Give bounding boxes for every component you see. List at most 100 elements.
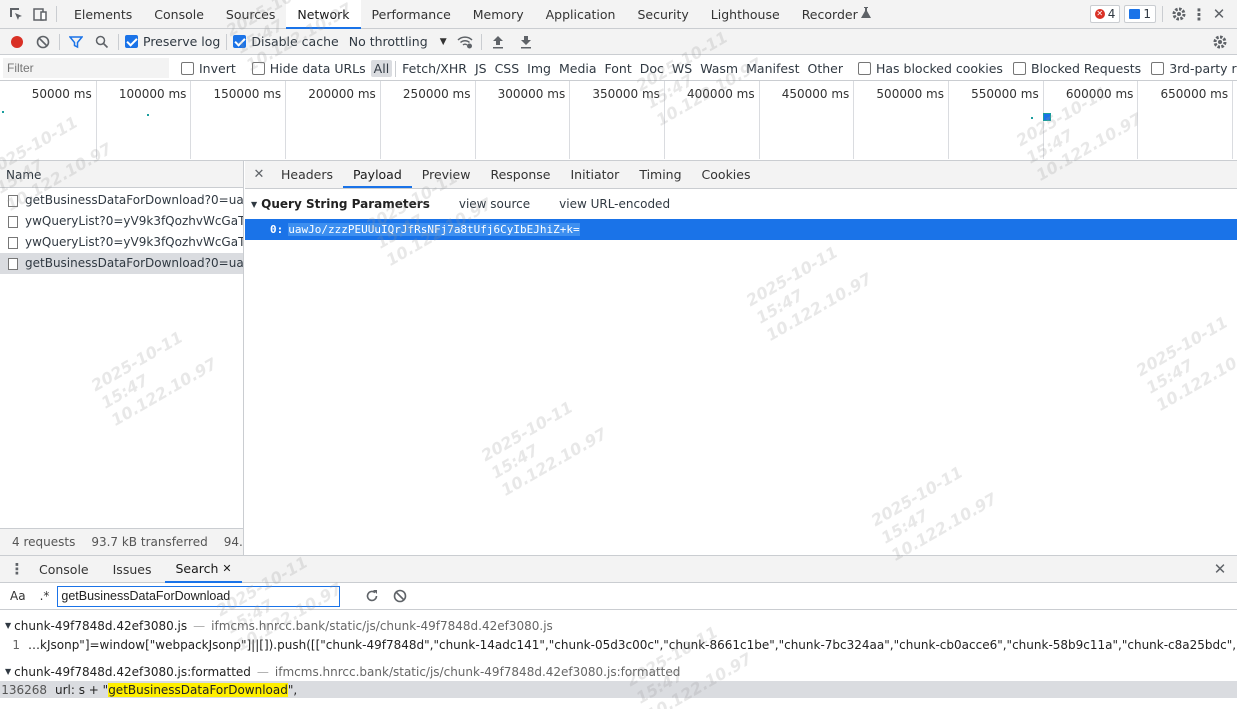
close-search-tab-icon[interactable]: ✕ — [222, 555, 231, 582]
timeline-gridline — [1232, 81, 1234, 159]
disable-cache-checkbox[interactable] — [233, 35, 247, 48]
clear-icon[interactable] — [33, 32, 53, 52]
refresh-icon[interactable] — [362, 586, 382, 606]
clear-search-icon[interactable] — [390, 586, 410, 606]
tab-security[interactable]: Security — [626, 0, 699, 29]
third-party-requests-checkbox[interactable] — [1151, 62, 1165, 75]
tab-preview[interactable]: Preview — [412, 161, 481, 188]
tab-recorder[interactable]: Recorder — [791, 0, 882, 29]
device-toolbar-icon[interactable] — [30, 4, 50, 24]
tab-sources[interactable]: Sources — [215, 0, 286, 29]
timeline-request-mark — [147, 114, 149, 116]
filter-type-js[interactable]: JS — [472, 60, 490, 77]
tab-performance[interactable]: Performance — [361, 0, 462, 29]
timeline-tick-label: 150000 ms — [213, 87, 282, 101]
separator — [118, 33, 119, 50]
line-number: 136268 — [1, 682, 47, 697]
has-blocked-cookies-checkbox[interactable] — [857, 62, 871, 75]
request-row[interactable]: ywQueryList?0=yV9k3fQozhvWcGaTT... — [0, 232, 243, 253]
blocked-requests-checkbox[interactable] — [1012, 62, 1026, 75]
name-column-header[interactable]: Name — [0, 161, 243, 188]
timeline-tick-label: 50000 ms — [31, 87, 92, 101]
errors-badge[interactable]: ✕ 4 — [1089, 5, 1121, 23]
tab-initiator[interactable]: Initiator — [561, 161, 630, 188]
result-dash: — — [193, 618, 206, 633]
name-header-label: Name — [6, 168, 42, 182]
network-status-bar: 4 requests 93.7 kB transferred 94.4 kB — [0, 528, 243, 555]
filter-type-css[interactable]: CSS — [492, 60, 523, 77]
drawer-tab-console[interactable]: Console — [29, 556, 99, 583]
error-icon: ✕ — [1094, 9, 1105, 19]
search-icon[interactable] — [92, 32, 112, 52]
tab-cookies[interactable]: Cookies — [692, 161, 761, 188]
tab-lighthouse[interactable]: Lighthouse — [700, 0, 791, 29]
filter-type-media[interactable]: Media — [556, 60, 600, 77]
hide-data-urls-checkbox[interactable] — [251, 62, 265, 75]
filter-input[interactable] — [3, 58, 169, 78]
invert-checkbox[interactable] — [181, 62, 194, 75]
view-source-link[interactable]: view source — [459, 197, 530, 211]
filter-type-all[interactable]: All — [370, 60, 393, 77]
query-param-row[interactable]: 0: uawJo/zzzPEUUuIQrJfRsNFj7a8tUfj6CyIbE… — [245, 219, 1237, 240]
export-har-icon[interactable] — [516, 32, 536, 52]
tab-memory[interactable]: Memory — [462, 0, 535, 29]
request-row[interactable]: getBusinessDataForDownload?0=uaw... — [0, 190, 243, 211]
search-result-line-selected[interactable]: 136268 url: s + " getBusinessDataForDown… — [0, 681, 1237, 698]
network-settings-gear-icon[interactable] — [1210, 32, 1230, 52]
search-result-line[interactable]: 1 …kJsonp"]=window["webpackJsonp"]||[]).… — [0, 635, 1237, 654]
request-row[interactable]: ywQueryList?0=yV9k3fQozhvWcGaTT... — [0, 211, 243, 232]
search-result-file[interactable]: ▼ chunk-49f7848d.42ef3080.js:formatted —… — [0, 662, 1237, 681]
filter-icon[interactable] — [66, 32, 86, 52]
tab-headers[interactable]: Headers — [271, 161, 343, 188]
tab-network[interactable]: Network — [286, 0, 361, 29]
view-url-encoded-link[interactable]: view URL-encoded — [559, 197, 670, 211]
network-conditions-wifi-icon[interactable] — [455, 32, 475, 52]
more-options-icon[interactable]: ⋮ — [1189, 4, 1209, 24]
line-text: …kJsonp"]=window["webpackJsonp"]||[]).pu… — [28, 637, 1237, 652]
messages-badge[interactable]: 1 — [1124, 5, 1156, 23]
throttling-select[interactable]: No throttling ▼ — [349, 34, 447, 49]
import-har-icon[interactable] — [488, 32, 508, 52]
timeline-tick-label: 450000 ms — [781, 87, 850, 101]
close-devtools-icon[interactable]: ✕ — [1209, 4, 1229, 24]
filter-type-ws[interactable]: WS — [669, 60, 695, 77]
filter-type-font[interactable]: Font — [602, 60, 635, 77]
search-result-file[interactable]: ▼ chunk-49f7848d.42ef3080.js — ifmcms.hn… — [0, 616, 1237, 635]
preserve-log-checkbox[interactable] — [125, 35, 138, 48]
timeline-tick-label: 250000 ms — [402, 87, 471, 101]
request-name: getBusinessDataForDownload?0=uaw... — [25, 256, 243, 270]
filter-type-img[interactable]: Img — [524, 60, 554, 77]
request-row-selected[interactable]: getBusinessDataForDownload?0=uaw... — [0, 253, 243, 274]
filter-type-wasm[interactable]: Wasm — [697, 60, 741, 77]
filter-type-doc[interactable]: Doc — [637, 60, 667, 77]
filter-type-fetch-xhr[interactable]: Fetch/XHR — [399, 60, 470, 77]
tab-elements[interactable]: Elements — [63, 0, 143, 29]
close-drawer-icon[interactable]: ✕ — [1210, 559, 1230, 579]
disable-cache-label: Disable cache — [251, 34, 339, 49]
drawer-tabbar: ⋮ Console Issues Search ✕ ✕ — [0, 556, 1237, 583]
search-query-input[interactable] — [57, 585, 341, 607]
record-icon[interactable] — [7, 32, 27, 52]
document-icon — [8, 236, 18, 249]
drawer-tab-issues[interactable]: Issues — [103, 556, 162, 583]
tab-payload[interactable]: Payload — [343, 161, 412, 188]
close-detail-icon[interactable]: ✕ — [249, 165, 269, 185]
drawer-tab-search[interactable]: Search ✕ — [165, 555, 242, 583]
line-number: 1 — [12, 637, 20, 652]
drawer-menu-icon[interactable]: ⋮ — [7, 559, 27, 579]
request-name: getBusinessDataForDownload?0=uaw... — [25, 193, 243, 207]
timeline-overview[interactable]: 50000 ms 100000 ms 150000 ms 200000 ms 25000… — [0, 81, 1237, 161]
tab-timing[interactable]: Timing — [629, 161, 691, 188]
tab-console[interactable]: Console — [143, 0, 215, 29]
param-value: uawJo/zzzPEUUuIQrJfRsNFj7a8tUfj6CyIbEJhi… — [288, 223, 580, 236]
filter-type-other[interactable]: Other — [804, 60, 846, 77]
expand-triangle-icon: ▼ — [251, 199, 258, 209]
inspect-element-icon[interactable] — [6, 4, 26, 24]
query-string-section-header[interactable]: ▼ Query String Parameters view source vi… — [245, 191, 1237, 217]
regex-toggle[interactable]: .* — [40, 589, 50, 603]
filter-type-manifest[interactable]: Manifest — [743, 60, 802, 77]
tab-response[interactable]: Response — [480, 161, 560, 188]
match-case-toggle[interactable]: Aa — [10, 589, 26, 603]
settings-gear-icon[interactable] — [1169, 4, 1189, 24]
tab-application[interactable]: Application — [535, 0, 627, 29]
